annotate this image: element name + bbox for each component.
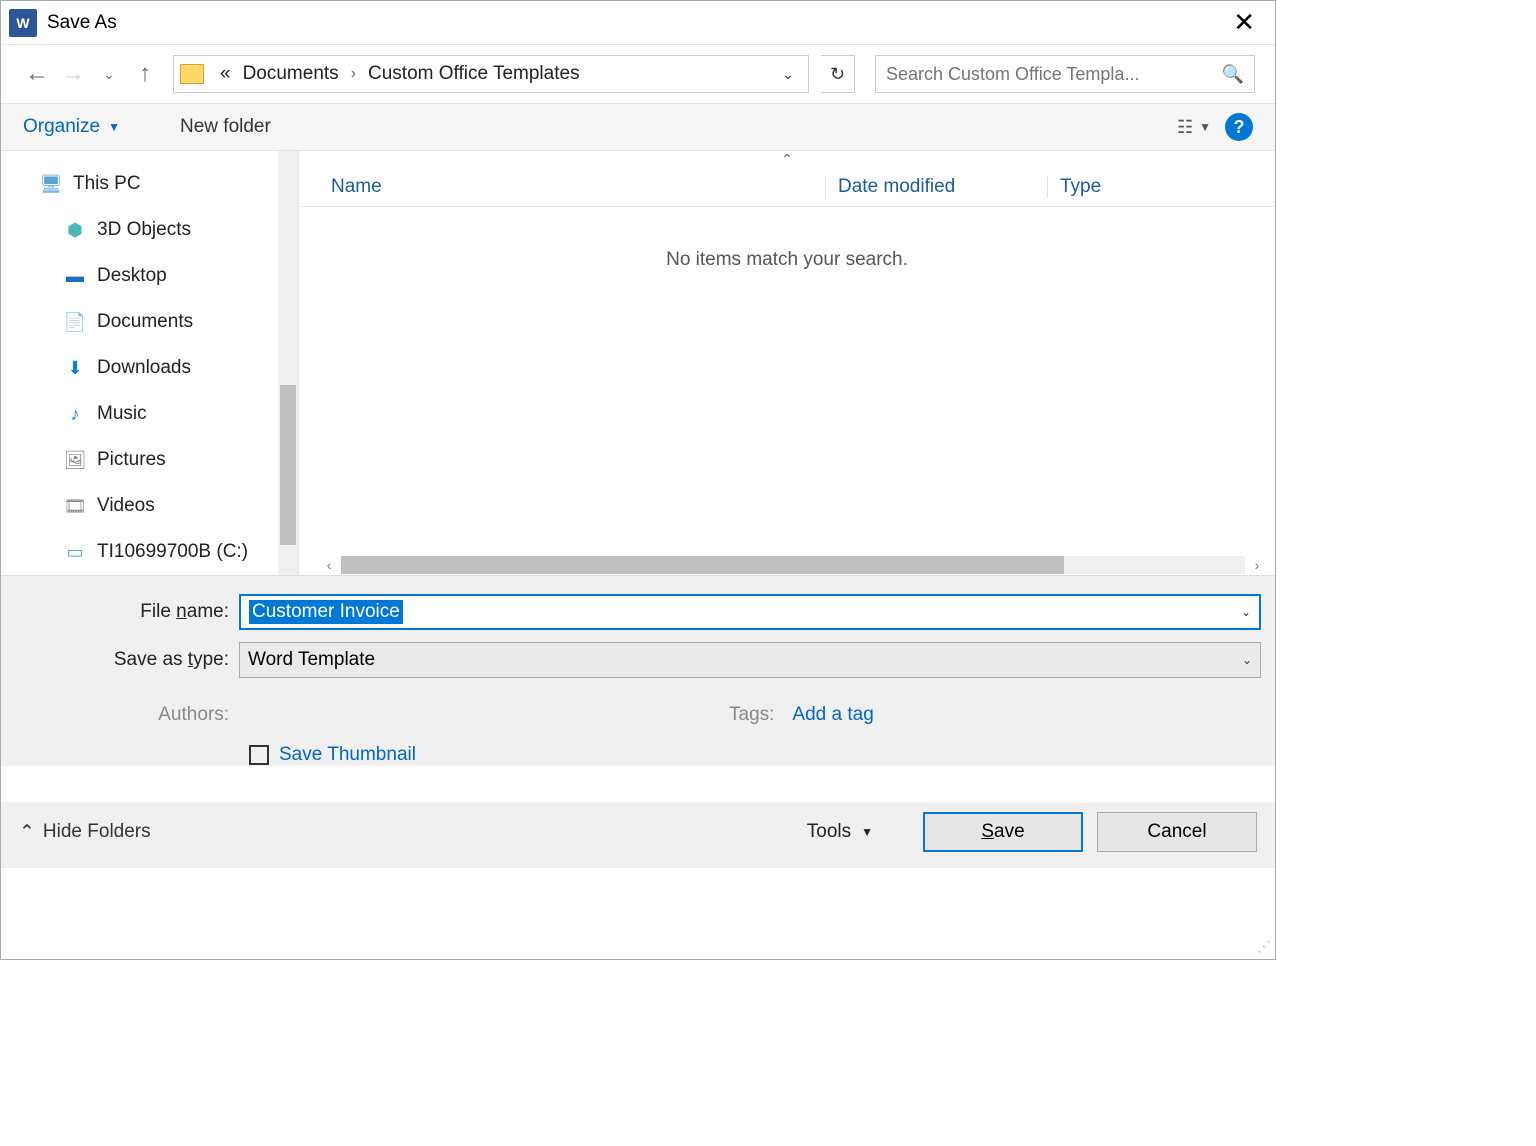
save-as-dialog: W Save As ✕ ← → ⌄ ↑ « Documents › Custom… — [0, 0, 1276, 960]
tree-videos[interactable]: 🎞 Videos — [39, 483, 276, 529]
address-bar[interactable]: « Documents › Custom Office Templates ⌄ — [173, 55, 809, 93]
tree-music[interactable]: ♪ Music — [39, 391, 276, 437]
save-thumbnail-label[interactable]: Save Thumbnail — [279, 744, 416, 766]
tree-pictures[interactable]: 🖼 Pictures — [39, 437, 276, 483]
save-thumbnail-checkbox[interactable] — [249, 745, 269, 765]
column-headers: Name Date modified Type — [299, 167, 1275, 207]
tree-3d-objects[interactable]: ⬢ 3D Objects — [39, 207, 276, 253]
address-dropdown-icon[interactable]: ⌄ — [774, 66, 802, 83]
tree-label: Documents — [97, 311, 193, 333]
back-button[interactable]: ← — [21, 58, 53, 90]
breadcrumb-prefix: « — [214, 63, 237, 85]
chevron-up-icon: ⌃ — [19, 821, 35, 844]
chevron-down-icon: ▼ — [861, 825, 873, 839]
up-button[interactable]: ↑ — [129, 58, 161, 90]
saveastype-dropdown[interactable]: Word Template ⌄ — [239, 642, 1261, 678]
collapse-caret-icon[interactable]: ⌃ — [299, 151, 1275, 167]
tree-scrollbar[interactable] — [278, 151, 298, 575]
filename-input[interactable]: Customer Invoice ⌄ — [239, 594, 1261, 630]
chevron-down-icon[interactable]: ⌄ — [1242, 653, 1252, 667]
form-area: File name: Customer Invoice ⌄ Save as ty… — [1, 575, 1275, 766]
tree-this-pc[interactable]: 🖥 This PC — [39, 161, 276, 207]
breadcrumb-templates[interactable]: Custom Office Templates — [362, 63, 586, 85]
refresh-button[interactable]: ↻ — [821, 55, 855, 93]
column-name[interactable]: Name — [331, 176, 825, 198]
close-button[interactable]: ✕ — [1221, 7, 1267, 38]
tree-label: TI10699700B (C:) — [97, 541, 248, 563]
tree-desktop[interactable]: ▬ Desktop — [39, 253, 276, 299]
column-date-modified[interactable]: Date modified — [825, 176, 1047, 198]
tools-dropdown[interactable]: Tools ▼ — [807, 821, 873, 843]
tree-label: This PC — [73, 173, 141, 195]
chevron-down-icon[interactable]: ⌄ — [1241, 605, 1251, 619]
scroll-right-icon[interactable]: › — [1247, 557, 1267, 573]
empty-message: No items match your search. — [299, 249, 1275, 271]
breadcrumb-separator: › — [345, 65, 362, 83]
filename-value: Customer Invoice — [249, 600, 403, 624]
recent-dropdown[interactable]: ⌄ — [93, 58, 125, 90]
drive-icon: ▭ — [63, 541, 87, 563]
tree-label: Music — [97, 403, 147, 425]
video-icon: 🎞 — [63, 495, 87, 517]
view-icon: ☷ — [1177, 117, 1193, 138]
search-input[interactable] — [886, 64, 1222, 85]
toolbar: Organize ▼ New folder ☷ ▼ ? — [1, 103, 1275, 151]
scrollbar-thumb[interactable] — [341, 556, 1064, 574]
dialog-title: Save As — [47, 12, 117, 34]
picture-icon: 🖼 — [63, 449, 87, 471]
tree-downloads[interactable]: ⬇ Downloads — [39, 345, 276, 391]
resize-grip-icon[interactable]: ⋰ — [1257, 938, 1271, 955]
view-options-button[interactable]: ☷ ▼ — [1177, 117, 1211, 138]
tree-label: 3D Objects — [97, 219, 191, 241]
chevron-down-icon: ▼ — [1199, 120, 1211, 134]
tree-label: Desktop — [97, 265, 167, 287]
organize-button[interactable]: Organize ▼ — [23, 116, 120, 138]
tree-label: Pictures — [97, 449, 166, 471]
document-icon: 📄 — [63, 311, 87, 333]
search-icon[interactable]: 🔍 — [1222, 64, 1244, 85]
saveastype-label: Save as type: — [15, 649, 239, 671]
search-box[interactable]: 🔍 — [875, 55, 1255, 93]
tree-label: Videos — [97, 495, 155, 517]
hide-folders-label: Hide Folders — [43, 821, 151, 843]
scrollbar-track[interactable] — [341, 556, 1245, 574]
new-folder-button[interactable]: New folder — [180, 116, 271, 138]
main-area: 🖥 This PC ⬢ 3D Objects ▬ Desktop 📄 Docum… — [1, 151, 1275, 575]
music-icon: ♪ — [63, 403, 87, 425]
hide-folders-button[interactable]: ⌃ Hide Folders — [19, 821, 151, 844]
tree-documents[interactable]: 📄 Documents — [39, 299, 276, 345]
file-list: ⌃ Name Date modified Type No items match… — [299, 151, 1275, 575]
word-icon: W — [9, 9, 37, 37]
scrollbar-thumb[interactable] — [280, 385, 296, 545]
chevron-down-icon: ▼ — [108, 120, 120, 134]
cube-icon: ⬢ — [63, 219, 87, 241]
tags-label: Tags: — [729, 704, 774, 726]
filename-label: File name: — [15, 601, 239, 623]
navbar: ← → ⌄ ↑ « Documents › Custom Office Temp… — [1, 45, 1275, 103]
organize-label: Organize — [23, 116, 100, 138]
save-button[interactable]: Save — [923, 812, 1083, 852]
folder-icon — [180, 64, 204, 84]
tree-label: Downloads — [97, 357, 191, 379]
authors-label: Authors: — [15, 704, 239, 726]
forward-button[interactable]: → — [57, 58, 89, 90]
tree-drive-c[interactable]: ▭ TI10699700B (C:) — [39, 529, 276, 575]
help-button[interactable]: ? — [1225, 113, 1253, 141]
horizontal-scrollbar[interactable]: ‹ › — [319, 555, 1267, 575]
download-icon: ⬇ — [63, 357, 87, 379]
column-type[interactable]: Type — [1047, 176, 1101, 198]
add-tag-link[interactable]: Add a tag — [792, 704, 873, 726]
scroll-left-icon[interactable]: ‹ — [319, 557, 339, 573]
cancel-button[interactable]: Cancel — [1097, 812, 1257, 852]
monitor-icon: 🖥 — [39, 173, 63, 195]
saveastype-value: Word Template — [248, 649, 375, 671]
nav-tree: 🖥 This PC ⬢ 3D Objects ▬ Desktop 📄 Docum… — [1, 151, 299, 575]
breadcrumb-documents[interactable]: Documents — [237, 63, 345, 85]
desktop-icon: ▬ — [63, 265, 87, 287]
button-row: ⌃ Hide Folders Tools ▼ Save Cancel — [1, 802, 1275, 868]
tools-label: Tools — [807, 821, 851, 843]
titlebar: W Save As ✕ — [1, 1, 1275, 45]
